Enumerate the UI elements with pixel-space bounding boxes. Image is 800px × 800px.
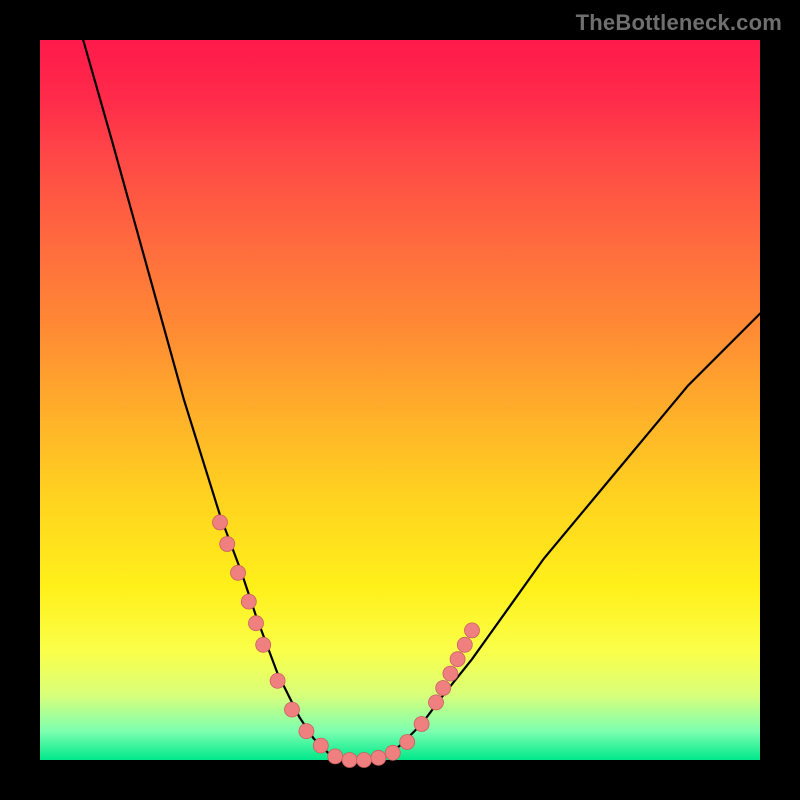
marker-dot	[400, 735, 415, 750]
plot-area	[40, 40, 760, 760]
marker-dot	[465, 623, 480, 638]
marker-dot	[328, 749, 343, 764]
marker-dot	[299, 724, 314, 739]
marker-dot	[443, 666, 458, 681]
marker-dot	[385, 745, 400, 760]
marker-dot	[436, 681, 451, 696]
marker-dot	[256, 637, 271, 652]
marker-dot	[313, 738, 328, 753]
marker-dot	[457, 637, 472, 652]
bottleneck-curve	[83, 40, 760, 760]
marker-dot	[213, 515, 228, 530]
marker-dot	[249, 616, 264, 631]
marker-dot	[220, 537, 235, 552]
marker-dot	[342, 753, 357, 768]
marker-group	[213, 515, 480, 768]
marker-dot	[231, 565, 246, 580]
marker-dot	[357, 753, 372, 768]
marker-dot	[429, 695, 444, 710]
watermark-text: TheBottleneck.com	[576, 10, 782, 36]
marker-dot	[371, 750, 386, 765]
marker-dot	[450, 652, 465, 667]
curve-svg	[40, 40, 760, 760]
marker-dot	[414, 717, 429, 732]
marker-dot	[285, 702, 300, 717]
marker-dot	[241, 594, 256, 609]
marker-dot	[270, 673, 285, 688]
chart-stage: TheBottleneck.com	[0, 0, 800, 800]
